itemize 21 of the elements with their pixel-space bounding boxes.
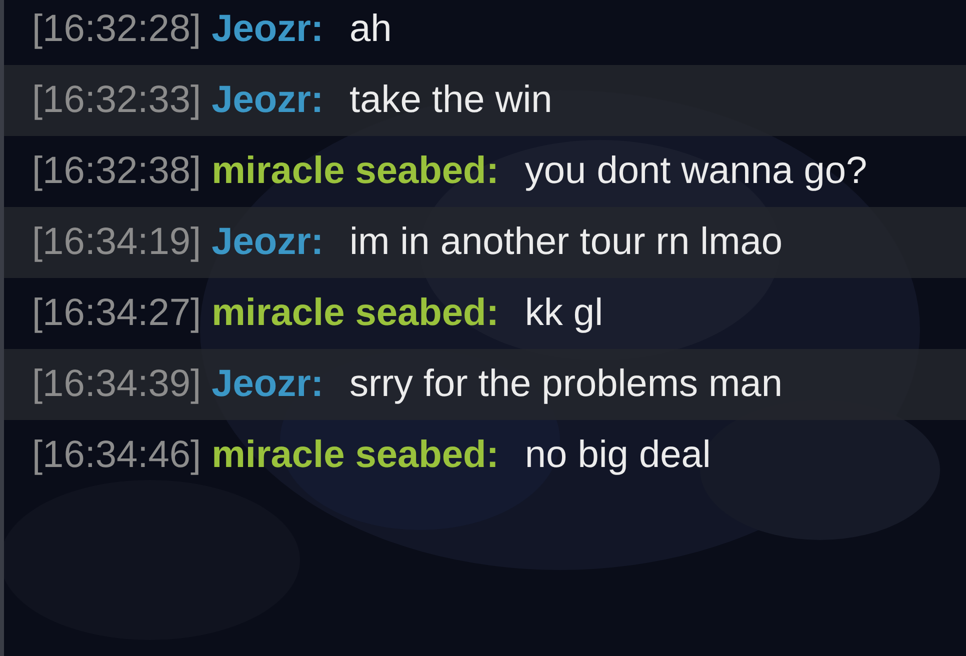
message-text: im in another tour rn lmao [350,221,783,263]
username[interactable]: miracle seabed: [212,434,499,476]
timestamp: [16:34:39] [32,363,202,405]
username[interactable]: Jeozr: [212,221,324,263]
timestamp: [16:32:38] [32,150,202,192]
username[interactable]: miracle seabed: [212,150,499,192]
timestamp: [16:34:46] [32,434,202,476]
message-text: you dont wanna go? [524,150,868,192]
timestamp: [16:32:33] [32,79,202,121]
timestamp: [16:34:19] [32,221,202,263]
message-text: take the win [350,79,552,121]
username[interactable]: Jeozr: [212,79,324,121]
username[interactable]: miracle seabed: [212,292,499,334]
message-text: ah [350,8,392,50]
username[interactable]: Jeozr: [212,363,324,405]
message-text: kk gl [524,292,604,334]
message-text: srry for the problems man [350,363,782,405]
timestamp: [16:34:27] [32,292,202,334]
username[interactable]: Jeozr: [212,8,324,50]
timestamp: [16:32:28] [32,8,202,50]
message-text: no big deal [524,434,711,476]
